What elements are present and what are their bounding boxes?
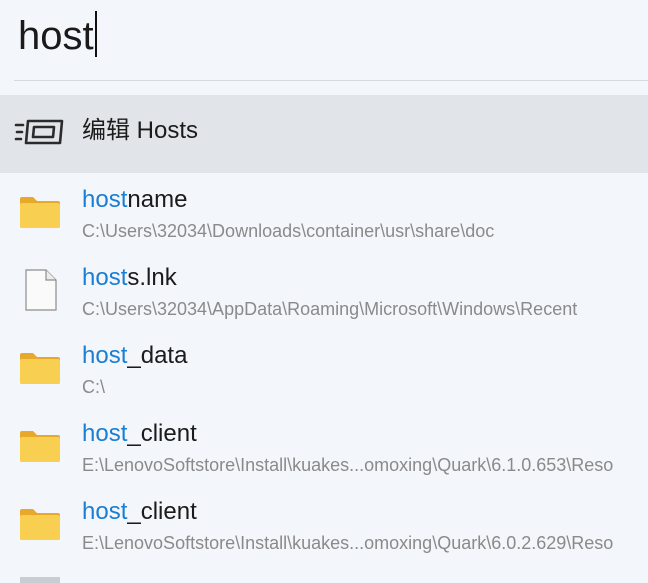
search-bar[interactable]: host xyxy=(0,0,648,80)
result-title-match: host xyxy=(82,420,128,447)
partial-icon xyxy=(20,577,60,583)
hosts-edit-icon xyxy=(14,117,66,147)
results-list: 编辑 Hosts hostname C:\Users\32034\Downloa… xyxy=(0,95,648,583)
result-title: hostname xyxy=(82,185,187,215)
folder-icon xyxy=(18,502,62,546)
result-title-match: host xyxy=(82,342,128,369)
result-path: C:\ xyxy=(82,377,106,397)
result-item[interactable]: host_client E:\LenovoSoftstore\Install\k… xyxy=(0,407,648,485)
result-title-rest: _client xyxy=(127,420,197,447)
result-title: host_client xyxy=(82,497,197,527)
result-path: E:\LenovoSoftstore\Install\kuakes...omox… xyxy=(82,455,614,475)
result-title-rest: _data xyxy=(127,342,188,369)
result-item[interactable]: hostname C:\Users\32034\Downloads\contai… xyxy=(0,173,648,251)
result-title-rest: _client xyxy=(127,498,197,525)
result-title: host_client xyxy=(82,419,197,449)
folder-icon xyxy=(18,424,62,468)
result-title-match: host xyxy=(82,186,128,213)
result-title-match: host xyxy=(82,498,128,525)
text-caret xyxy=(94,11,97,57)
result-title: host_data xyxy=(82,341,187,371)
search-input[interactable]: host xyxy=(18,10,97,62)
result-item-partial[interactable] xyxy=(0,563,648,583)
folder-icon xyxy=(18,346,62,390)
result-item[interactable]: host_client E:\LenovoSoftstore\Install\k… xyxy=(0,485,648,563)
search-divider xyxy=(14,80,648,81)
result-path: C:\Users\32034\AppData\Roaming\Microsoft… xyxy=(82,299,578,319)
result-title-match: host xyxy=(82,264,128,291)
result-path: E:\LenovoSoftstore\Install\kuakes...omox… xyxy=(82,533,614,553)
result-title: hosts.lnk xyxy=(82,263,177,293)
search-query-text: host xyxy=(18,14,94,58)
result-title-rest: name xyxy=(127,186,188,213)
result-title-rest: s.lnk xyxy=(127,264,177,291)
result-item[interactable]: host_data C:\ xyxy=(0,329,648,407)
file-icon xyxy=(18,268,62,312)
command-edit-hosts[interactable]: 编辑 Hosts xyxy=(0,95,648,173)
result-item[interactable]: hosts.lnk C:\Users\32034\AppData\Roaming… xyxy=(0,251,648,329)
result-path: C:\Users\32034\Downloads\container\usr\s… xyxy=(82,221,495,241)
folder-icon xyxy=(18,190,62,234)
command-label: 编辑 Hosts xyxy=(82,117,199,144)
